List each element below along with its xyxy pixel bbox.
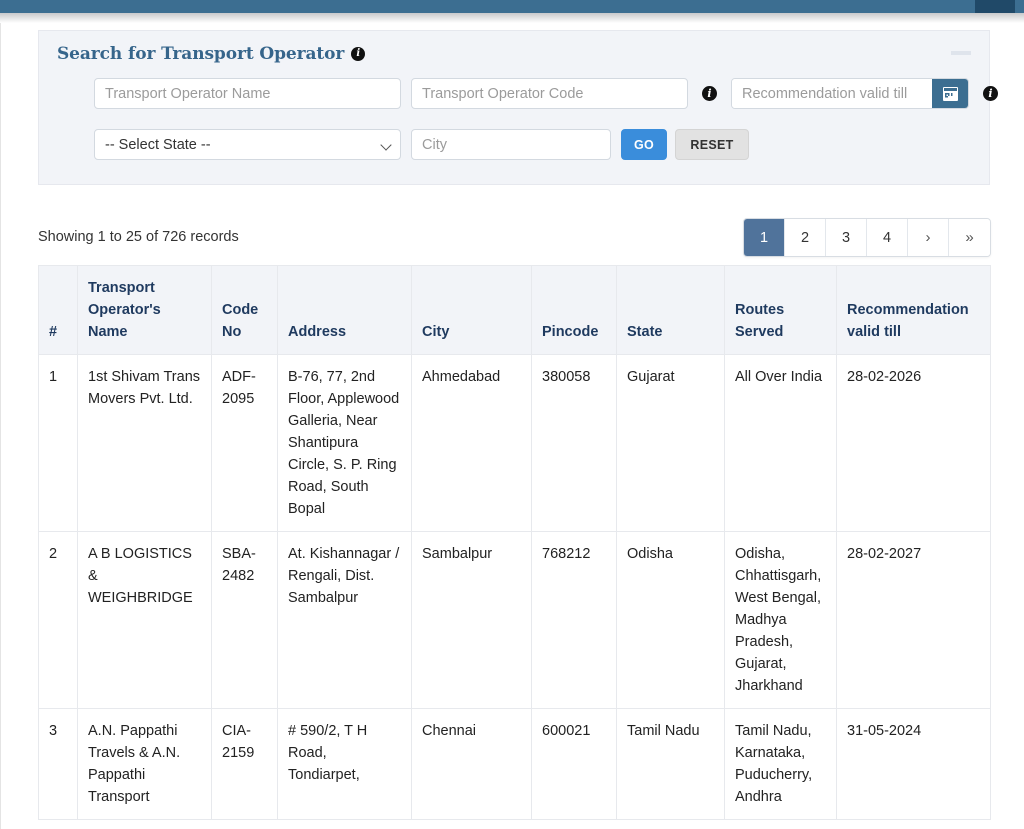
cell-pincode: 380058 [531, 354, 617, 532]
pagination-page-1[interactable]: 1 [744, 219, 785, 256]
cell-name: 1st Shivam Trans Movers Pvt. Ltd. [77, 354, 212, 532]
search-fields-row-2: -- Select State -- GO RESET [94, 129, 749, 160]
cell-pincode: 600021 [531, 708, 617, 820]
transport-operators-table: # Transport Operator's Name Code No Addr… [38, 265, 991, 820]
cell-code: SBA-2482 [211, 531, 278, 709]
table-header-row: # Transport Operator's Name Code No Addr… [38, 265, 991, 355]
calendar-icon[interactable] [932, 79, 968, 108]
cell-state: Tamil Nadu [616, 708, 725, 820]
chrome-shadow [0, 13, 1024, 23]
cell-routes: Odisha, Chhattisgarh, West Bengal, Madhy… [724, 531, 837, 709]
pagination-page-3[interactable]: 3 [826, 219, 867, 256]
pagination-page-4[interactable]: 4 [867, 219, 908, 256]
table-row: 2 A B LOGISTICS & WEIGHBRIDGE SBA-2482 A… [38, 531, 991, 709]
cell-valid-till: 28-02-2027 [836, 531, 991, 709]
minus-icon[interactable] [951, 51, 971, 55]
reset-button[interactable]: RESET [675, 129, 749, 160]
cell-address: At. Kishannagar / Rengali, Dist. Sambalp… [277, 531, 412, 709]
column-header-routes: Routes Served [724, 265, 837, 355]
cell-index: 3 [38, 708, 78, 820]
column-header-name: Transport Operator's Name [77, 265, 212, 355]
cell-valid-till: 31-05-2024 [836, 708, 991, 820]
info-icon[interactable]: i [702, 86, 717, 101]
cell-city: Chennai [411, 708, 532, 820]
column-header-index: # [38, 265, 78, 355]
cell-index: 2 [38, 531, 78, 709]
column-header-address: Address [277, 265, 412, 355]
app-chrome-accent [975, 0, 1015, 13]
cell-city: Ahmedabad [411, 354, 532, 532]
pagination-page-2[interactable]: 2 [785, 219, 826, 256]
info-icon[interactable]: i [351, 47, 366, 61]
results-table-wrapper: # Transport Operator's Name Code No Addr… [38, 265, 991, 820]
city-input[interactable] [411, 129, 611, 160]
search-panel: Search for Transport Operator i i i [38, 30, 998, 185]
state-select-wrapper: -- Select State -- [94, 129, 401, 160]
column-header-code: Code No [211, 265, 278, 355]
state-select[interactable]: -- Select State -- [94, 129, 401, 160]
column-header-city: City [411, 265, 532, 355]
cell-pincode: 768212 [531, 531, 617, 709]
operator-code-input[interactable] [411, 78, 688, 109]
cell-address: # 590/2, T H Road, Tondiarpet, [277, 708, 412, 820]
pagination: 1 2 3 4 › » [743, 218, 991, 257]
column-header-valid-till: Recommendation valid till [836, 265, 991, 355]
cell-state: Gujarat [616, 354, 725, 532]
page-content: Search for Transport Operator i i i [0, 23, 1024, 829]
cell-routes: All Over India [724, 354, 837, 532]
cell-index: 1 [38, 354, 78, 532]
cell-name: A.N. Pappathi Travels & A.N. Pappathi Tr… [77, 708, 212, 820]
cell-code: CIA-2159 [211, 708, 278, 820]
cell-city: Sambalpur [411, 531, 532, 709]
recommendation-date-group [731, 78, 969, 109]
column-header-pincode: Pincode [531, 265, 617, 355]
search-fields-row-1: i i [94, 78, 998, 109]
recommendation-valid-till-input[interactable] [732, 79, 932, 108]
app-chrome-bar [0, 0, 1024, 13]
info-icon[interactable]: i [983, 86, 998, 101]
cell-valid-till: 28-02-2026 [836, 354, 991, 532]
cell-routes: Tamil Nadu, Karnataka, Puducherry, Andhr… [724, 708, 837, 820]
cell-code: ADF-2095 [211, 354, 278, 532]
table-row: 3 A.N. Pappathi Travels & A.N. Pappathi … [38, 708, 991, 820]
column-header-state: State [616, 265, 725, 355]
table-row: 1 1st Shivam Trans Movers Pvt. Ltd. ADF-… [38, 354, 991, 532]
search-panel-title: Search for Transport Operator [57, 44, 345, 64]
go-button[interactable]: GO [621, 129, 667, 160]
cell-address: B-76, 77, 2nd Floor, Applewood Galleria,… [277, 354, 412, 532]
record-count-label: Showing 1 to 25 of 726 records [38, 229, 239, 245]
search-panel-header: Search for Transport Operator i [57, 44, 366, 64]
page-left-edge [0, 23, 1, 829]
cell-state: Odisha [616, 531, 725, 709]
pagination-next-icon[interactable]: › [908, 219, 949, 256]
pagination-last-icon[interactable]: » [949, 219, 990, 256]
operator-name-input[interactable] [94, 78, 401, 109]
cell-name: A B LOGISTICS & WEIGHBRIDGE [77, 531, 212, 709]
